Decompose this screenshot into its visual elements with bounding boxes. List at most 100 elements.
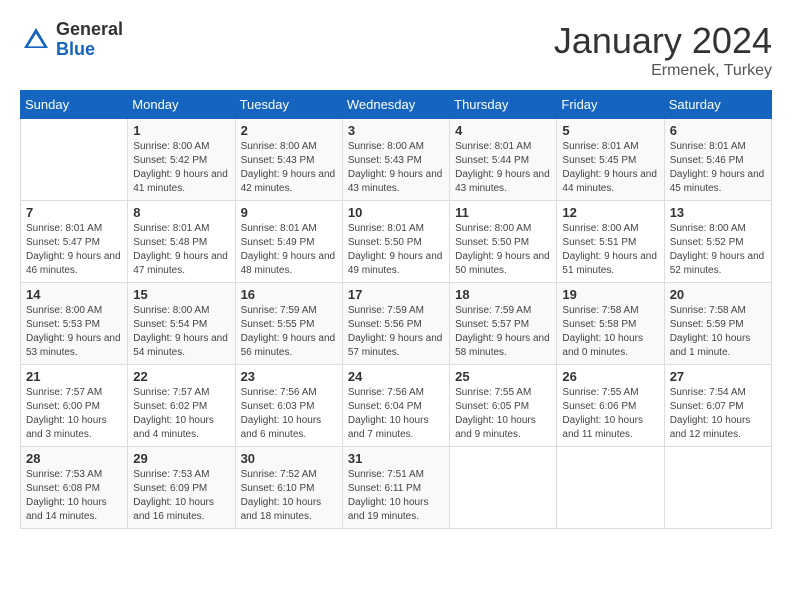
calendar-cell: 27 Sunrise: 7:54 AMSunset: 6:07 PMDayligh… <box>664 365 771 447</box>
day-number: 1 <box>133 123 229 138</box>
day-number: 4 <box>455 123 551 138</box>
calendar-cell: 3 Sunrise: 8:00 AMSunset: 5:43 PMDaylight… <box>342 119 449 201</box>
calendar-cell: 20Sunrise: 7:58 AMSunset: 5:59 PMDayligh… <box>664 283 771 365</box>
calendar-cell <box>557 447 664 529</box>
day-info: Sunrise: 8:01 AMSunset: 5:47 PMDaylight:… <box>26 222 122 278</box>
day-info: Sunrise: 7:58 AMSunset: 5:58 PMDaylight:… <box>562 304 658 360</box>
day-number: 12 <box>562 205 658 220</box>
calendar-cell: 31 Sunrise: 7:51 AMSunset: 6:11 PMDayligh… <box>342 447 449 529</box>
calendar-cell: 8 Sunrise: 8:01 AMSunset: 5:48 PMDaylight… <box>128 201 235 283</box>
day-info: Sunrise: 8:00 AMSunset: 5:43 PMDaylight:… <box>241 140 337 196</box>
day-info: Sunrise: 8:00 AMSunset: 5:42 PMDaylight:… <box>133 140 229 196</box>
calendar-cell: 24Sunrise: 7:56 AMSunset: 6:04 PMDayligh… <box>342 365 449 447</box>
day-info: Sunrise: 7:59 AMSunset: 5:56 PMDaylight:… <box>348 304 444 360</box>
calendar-body: 1 Sunrise: 8:00 AMSunset: 5:42 PMDaylight… <box>21 119 772 529</box>
logo-icon <box>20 24 52 56</box>
day-number: 8 <box>133 205 229 220</box>
calendar-cell: 17 Sunrise: 7:59 AMSunset: 5:56 PMDayligh… <box>342 283 449 365</box>
day-info: Sunrise: 7:52 AMSunset: 6:10 PMDaylight:… <box>241 468 337 524</box>
day-info: Sunrise: 7:59 AMSunset: 5:57 PMDaylight:… <box>455 304 551 360</box>
day-number: 21 <box>26 369 122 384</box>
logo-blue: Blue <box>56 40 123 60</box>
day-info: Sunrise: 7:59 AMSunset: 5:55 PMDaylight:… <box>241 304 337 360</box>
day-info: Sunrise: 7:57 AMSunset: 6:02 PMDaylight:… <box>133 386 229 442</box>
page-header: General Blue January 2024 Ermenek, Turke… <box>20 20 772 80</box>
day-info: Sunrise: 8:00 AMSunset: 5:51 PMDaylight:… <box>562 222 658 278</box>
weekday-header: Wednesday <box>342 91 449 119</box>
calendar-cell: 10Sunrise: 8:01 AMSunset: 5:50 PMDayligh… <box>342 201 449 283</box>
day-info: Sunrise: 7:53 AMSunset: 6:08 PMDaylight:… <box>26 468 122 524</box>
logo-general: General <box>56 20 123 40</box>
day-info: Sunrise: 8:00 AMSunset: 5:54 PMDaylight:… <box>133 304 229 360</box>
day-number: 17 <box>348 287 444 302</box>
day-number: 29 <box>133 451 229 466</box>
day-info: Sunrise: 7:56 AMSunset: 6:03 PMDaylight:… <box>241 386 337 442</box>
day-number: 31 <box>348 451 444 466</box>
day-info: Sunrise: 8:01 AMSunset: 5:48 PMDaylight:… <box>133 222 229 278</box>
calendar-cell: 5Sunrise: 8:01 AMSunset: 5:45 PMDaylight… <box>557 119 664 201</box>
day-number: 3 <box>348 123 444 138</box>
calendar-cell: 19Sunrise: 7:58 AMSunset: 5:58 PMDayligh… <box>557 283 664 365</box>
day-info: Sunrise: 8:01 AMSunset: 5:50 PMDaylight:… <box>348 222 444 278</box>
calendar-cell <box>664 447 771 529</box>
day-number: 23 <box>241 369 337 384</box>
weekday-header: Sunday <box>21 91 128 119</box>
logo: General Blue <box>20 20 123 60</box>
calendar-cell: 21 Sunrise: 7:57 AMSunset: 6:00 PMDayligh… <box>21 365 128 447</box>
day-info: Sunrise: 8:00 AMSunset: 5:52 PMDaylight:… <box>670 222 766 278</box>
day-info: Sunrise: 7:55 AMSunset: 6:05 PMDaylight:… <box>455 386 551 442</box>
day-number: 9 <box>241 205 337 220</box>
calendar-subtitle: Ermenek, Turkey <box>554 62 772 80</box>
calendar-cell: 11 Sunrise: 8:00 AMSunset: 5:50 PMDayligh… <box>450 201 557 283</box>
calendar-cell: 6Sunrise: 8:01 AMSunset: 5:46 PMDaylight… <box>664 119 771 201</box>
day-info: Sunrise: 8:00 AMSunset: 5:43 PMDaylight:… <box>348 140 444 196</box>
calendar-cell: 12 Sunrise: 8:00 AMSunset: 5:51 PMDayligh… <box>557 201 664 283</box>
day-number: 15 <box>133 287 229 302</box>
day-info: Sunrise: 7:57 AMSunset: 6:00 PMDaylight:… <box>26 386 122 442</box>
calendar-week-row: 28 Sunrise: 7:53 AMSunset: 6:08 PMDayligh… <box>21 447 772 529</box>
weekday-header: Monday <box>128 91 235 119</box>
calendar-cell: 28 Sunrise: 7:53 AMSunset: 6:08 PMDayligh… <box>21 447 128 529</box>
day-number: 30 <box>241 451 337 466</box>
weekday-header: Tuesday <box>235 91 342 119</box>
day-info: Sunrise: 7:55 AMSunset: 6:06 PMDaylight:… <box>562 386 658 442</box>
calendar-cell: 23 Sunrise: 7:56 AMSunset: 6:03 PMDayligh… <box>235 365 342 447</box>
day-info: Sunrise: 8:01 AMSunset: 5:49 PMDaylight:… <box>241 222 337 278</box>
title-block: January 2024 Ermenek, Turkey <box>554 20 772 80</box>
day-number: 22 <box>133 369 229 384</box>
calendar-cell: 15 Sunrise: 8:00 AMSunset: 5:54 PMDayligh… <box>128 283 235 365</box>
calendar-table: SundayMondayTuesdayWednesdayThursdayFrid… <box>20 90 772 529</box>
day-number: 13 <box>670 205 766 220</box>
calendar-cell: 29Sunrise: 7:53 AMSunset: 6:09 PMDayligh… <box>128 447 235 529</box>
day-info: Sunrise: 7:54 AMSunset: 6:07 PMDaylight:… <box>670 386 766 442</box>
calendar-cell: 26 Sunrise: 7:55 AMSunset: 6:06 PMDayligh… <box>557 365 664 447</box>
day-number: 11 <box>455 205 551 220</box>
calendar-header: SundayMondayTuesdayWednesdayThursdayFrid… <box>21 91 772 119</box>
day-number: 25 <box>455 369 551 384</box>
day-number: 18 <box>455 287 551 302</box>
day-number: 16 <box>241 287 337 302</box>
day-info: Sunrise: 8:00 AMSunset: 5:53 PMDaylight:… <box>26 304 122 360</box>
calendar-cell: 22 Sunrise: 7:57 AMSunset: 6:02 PMDayligh… <box>128 365 235 447</box>
day-number: 14 <box>26 287 122 302</box>
calendar-cell: 13 Sunrise: 8:00 AMSunset: 5:52 PMDayligh… <box>664 201 771 283</box>
day-number: 5 <box>562 123 658 138</box>
calendar-cell: 18 Sunrise: 7:59 AMSunset: 5:57 PMDayligh… <box>450 283 557 365</box>
calendar-cell: 30 Sunrise: 7:52 AMSunset: 6:10 PMDayligh… <box>235 447 342 529</box>
weekday-row: SundayMondayTuesdayWednesdayThursdayFrid… <box>21 91 772 119</box>
day-number: 28 <box>26 451 122 466</box>
calendar-cell: 7 Sunrise: 8:01 AMSunset: 5:47 PMDaylight… <box>21 201 128 283</box>
day-number: 26 <box>562 369 658 384</box>
calendar-cell: 4 Sunrise: 8:01 AMSunset: 5:44 PMDaylight… <box>450 119 557 201</box>
logo-text: General Blue <box>56 20 123 60</box>
day-info: Sunrise: 8:00 AMSunset: 5:50 PMDaylight:… <box>455 222 551 278</box>
calendar-cell <box>21 119 128 201</box>
calendar-week-row: 1 Sunrise: 8:00 AMSunset: 5:42 PMDaylight… <box>21 119 772 201</box>
calendar-week-row: 7 Sunrise: 8:01 AMSunset: 5:47 PMDaylight… <box>21 201 772 283</box>
day-info: Sunrise: 8:01 AMSunset: 5:44 PMDaylight:… <box>455 140 551 196</box>
day-info: Sunrise: 7:51 AMSunset: 6:11 PMDaylight:… <box>348 468 444 524</box>
day-number: 7 <box>26 205 122 220</box>
weekday-header: Thursday <box>450 91 557 119</box>
day-number: 27 <box>670 369 766 384</box>
weekday-header: Saturday <box>664 91 771 119</box>
